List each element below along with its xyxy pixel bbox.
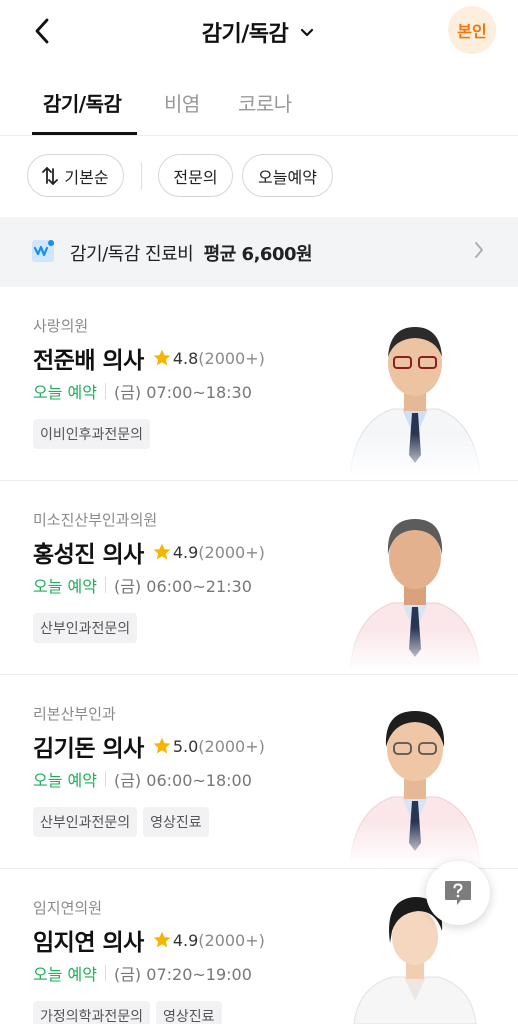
active-tab-indicator	[32, 132, 137, 135]
banner-prefix: 감기/독감 진료비	[70, 244, 194, 265]
chevron-down-icon	[298, 23, 316, 41]
sort-label: 기본순	[64, 167, 109, 187]
doctor-card[interactable]: 리본산부인과 김기돈 의사 5.0 (2000+) 오늘 예약 (금) 06:0…	[0, 675, 518, 869]
star-icon	[153, 543, 171, 560]
video-consult-tag: 영상진료	[156, 1001, 222, 1024]
doctor-card[interactable]: 미소진산부인과의원 홍성진 의사 4.9 (2000+) 오늘 예약 (금) 0…	[0, 481, 518, 675]
availability-separator	[104, 383, 106, 399]
price-banner[interactable]: 감기/독감 진료비 평균 6,600원	[0, 217, 518, 287]
specialty-tag: 이비인후과전문의	[33, 419, 151, 449]
star-icon	[153, 931, 171, 948]
specialty-tag: 가정의학과전문의	[33, 1001, 151, 1024]
filter-bar: 기본순 전문의 오늘예약	[0, 154, 518, 198]
rating-value: 4.8	[172, 348, 199, 368]
specialty-tag: 산부인과전문의	[33, 807, 138, 837]
opening-hours: (금) 06:00~21:30	[113, 577, 252, 596]
help-button[interactable]	[426, 861, 490, 925]
rating-value: 5.0	[172, 736, 199, 756]
rating-value: 4.9	[172, 930, 199, 950]
title-dropdown[interactable]: 감기/독감	[0, 16, 518, 48]
tab-rhinitis[interactable]: 비염	[164, 88, 200, 117]
category-tabs: 감기/독감 비염 코로나	[0, 76, 518, 136]
self-profile-button[interactable]: 본인	[448, 6, 496, 54]
doctor-portrait	[340, 305, 490, 477]
availability-status: 오늘 예약	[33, 965, 97, 984]
app-header: 감기/독감 본인	[0, 0, 518, 64]
doctor-portrait	[340, 693, 490, 865]
sort-button[interactable]: 기본순	[27, 154, 124, 197]
review-count: (2000+)	[198, 542, 265, 562]
availability-separator	[104, 965, 106, 981]
availability-separator	[104, 577, 106, 593]
doctor-portrait	[340, 499, 490, 671]
availability-status: 오늘 예약	[33, 771, 97, 790]
tab-cold-flu[interactable]: 감기/독감	[43, 88, 122, 117]
sort-arrows-icon	[42, 166, 59, 185]
doctor-name: 홍성진 의사	[33, 542, 144, 568]
specialist-filter-chip[interactable]: 전문의	[158, 154, 233, 197]
opening-hours: (금) 07:00~18:30	[113, 383, 252, 402]
availability-status: 오늘 예약	[33, 383, 97, 402]
banner-text: 감기/독감 진료비 평균 6,600원	[70, 240, 313, 266]
question-bubble-icon	[445, 881, 471, 905]
specialty-tag: 산부인과전문의	[33, 613, 138, 643]
video-consult-tag: 영상진료	[143, 807, 209, 837]
star-icon	[153, 349, 171, 366]
banner-average-price: 평균 6,600원	[203, 244, 313, 265]
review-count: (2000+)	[198, 736, 265, 756]
rating-value: 4.9	[172, 542, 199, 562]
review-count: (2000+)	[198, 348, 265, 368]
clinic-name: 리본산부인과	[33, 705, 116, 723]
doctor-name: 임지연 의사	[33, 930, 144, 956]
filter-divider	[141, 162, 142, 190]
star-icon	[153, 737, 171, 754]
availability-status: 오늘 예약	[33, 577, 97, 596]
chevron-right-icon	[475, 242, 483, 258]
availability-separator	[104, 771, 106, 787]
opening-hours: (금) 06:00~18:00	[113, 771, 252, 790]
opening-hours: (금) 07:20~19:00	[113, 965, 252, 984]
doctor-name: 김기돈 의사	[33, 736, 144, 762]
doctor-card[interactable]: 사랑의원 전준배 의사 4.8 (2000+) 오늘 예약 (금) 07:00~…	[0, 287, 518, 481]
clinic-name: 미소진산부인과의원	[33, 511, 158, 529]
page-title: 감기/독감	[201, 22, 289, 47]
clinic-name: 임지연의원	[33, 899, 103, 917]
doctor-name: 전준배 의사	[33, 348, 144, 374]
tab-covid[interactable]: 코로나	[238, 88, 292, 117]
review-count: (2000+)	[198, 930, 265, 950]
today-booking-filter-chip[interactable]: 오늘예약	[242, 154, 333, 197]
clinic-name: 사랑의원	[33, 317, 89, 335]
price-wave-icon	[32, 240, 54, 262]
